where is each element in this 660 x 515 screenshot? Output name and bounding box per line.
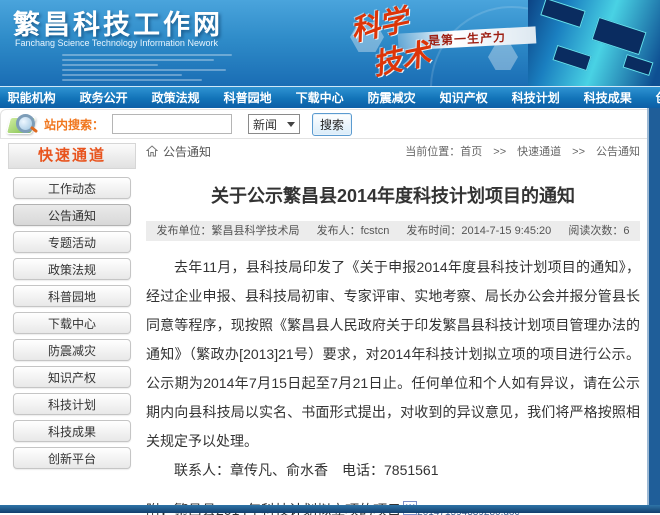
circuit-board-image [528,0,660,86]
sidebar-item-downloads[interactable]: 下载中心 [13,312,131,334]
article-contact-line: 联系人：章传凡、俞水香 电话：7851561 [146,456,640,485]
sidebar-item-science-garden[interactable]: 科普园地 [13,285,131,307]
article-meta-bar: 发布单位：繁昌县科学技术局 发布人：fcstcn 发布时间：2014-7-15 … [146,221,640,241]
chip-graphic [592,17,647,55]
sidebar: 快速通道 工作动态 公告通知 专题活动 政策法规 科普园地 下载中心 防震减灾 … [8,143,136,474]
nav-item-gov-affairs[interactable]: 政务公开 [68,89,140,106]
article-content: 公告通知 当前位置：首页 >> 快速通道 >> 公告通知 关于公示繁昌县2014… [146,140,640,515]
sidebar-item-special-activities[interactable]: 专题活动 [13,231,131,253]
sidebar-item-announcements[interactable]: 公告通知 [13,204,131,226]
meta-author: 发布人：fcstcn [317,225,390,237]
right-edge-strip [647,108,660,507]
sidebar-item-work-trends[interactable]: 工作动态 [13,177,131,199]
search-bar: 站内搜索： 新闻 搜索 [0,109,659,139]
nav-item-tech-results[interactable]: 科技成果 [572,89,644,106]
sidebar-item-earthquake[interactable]: 防震减灾 [13,339,131,361]
nav-item-functions[interactable]: 职能机构 [0,89,68,106]
site-subtitle: Fanchang Science Technology Information … [15,38,218,48]
search-label: 站内搜索： [44,116,104,133]
breadcrumb[interactable]: 当前位置：首页 >> 快速通道 >> 公告通知 [405,143,640,159]
article-paragraph: 去年11月，县科技局印发了《关于申报2014年度县科技计划项目的通知》，经过企业… [146,253,640,456]
search-category-select[interactable]: 新闻 [248,114,300,134]
search-category-value: 新闻 [253,116,277,133]
search-icon [8,112,38,136]
bottom-edge-bar [0,505,660,513]
article-title: 关于公示繁昌县2014年度科技计划项目的通知 [146,182,640,208]
sidebar-title: 快速通道 [8,143,136,169]
site-header: 繁昌科技工作网 Fanchang Science Technology Info… [0,0,660,86]
search-input[interactable] [112,114,232,134]
chip-graphic [540,0,586,28]
nav-item-ip[interactable]: 知识产权 [428,89,500,106]
meta-views: 阅读次数：6 [568,225,629,237]
nav-item-tech-plan[interactable]: 科技计划 [500,89,572,106]
site-title: 繁昌科技工作网 [13,3,223,42]
sidebar-item-tech-results[interactable]: 科技成果 [13,420,131,442]
chip-graphic [623,54,654,76]
nav-item-science-garden[interactable]: 科普园地 [212,89,284,106]
page: 繁昌科技工作网 Fanchang Science Technology Info… [0,0,660,515]
section-title: 公告通知 [163,143,211,160]
chip-graphic [552,45,591,71]
meta-time: 发布时间：2014-7-15 9:45:20 [406,225,551,237]
nav-item-innovation[interactable]: 创新平台 [644,89,660,106]
meta-publisher: 发布单位：繁昌县科学技术局 [157,225,300,237]
home-icon [146,145,158,157]
sidebar-item-innovation[interactable]: 创新平台 [13,447,131,469]
content-header: 公告通知 当前位置：首页 >> 快速通道 >> 公告通知 [146,140,640,162]
search-button[interactable]: 搜索 [312,113,352,136]
sidebar-item-policies[interactable]: 政策法规 [13,258,131,280]
nav-item-downloads[interactable]: 下载中心 [284,89,356,106]
chevron-down-icon [287,122,295,127]
main-nav: 首 页 职能机构 政务公开 政策法规 科普园地 下载中心 防震减灾 知识产权 科… [0,86,660,108]
decorative-text-lines [62,54,232,84]
sidebar-item-tech-plan[interactable]: 科技计划 [13,393,131,415]
nav-item-policies[interactable]: 政策法规 [140,89,212,106]
nav-item-earthquake[interactable]: 防震减灾 [356,89,428,106]
sidebar-item-ip[interactable]: 知识产权 [13,366,131,388]
